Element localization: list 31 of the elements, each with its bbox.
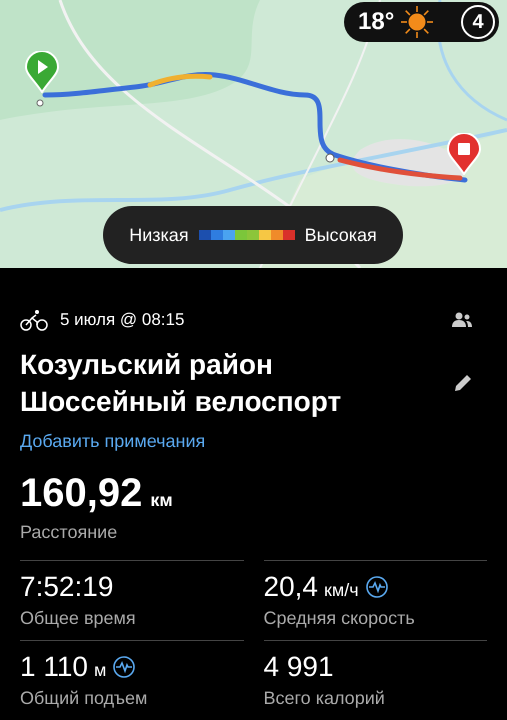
distance-label: Расстояние [20, 521, 118, 544]
stat-value: 1 110 [20, 650, 88, 684]
legend-label: Низкая [129, 224, 189, 246]
chart-icon[interactable] [364, 575, 389, 599]
activity-title: Козульский район [20, 348, 274, 382]
stat-value: 4 991 [264, 650, 334, 684]
pencil-icon[interactable] [453, 373, 473, 393]
stat-unit: км/ч [324, 578, 359, 602]
distance-value: 160,92 [20, 470, 142, 517]
temperature-text: 18° [358, 7, 394, 37]
people-icon[interactable] [451, 312, 473, 328]
distance-unit: км [150, 489, 173, 512]
start-pin-icon [25, 51, 59, 93]
weather-chip[interactable]: 18° 4 [344, 2, 499, 42]
activity-date: 5 июля @ 08:15 [60, 309, 184, 332]
finish-pin-icon [447, 133, 481, 175]
bicycle-icon [20, 309, 48, 331]
stat-label: Средняя скорость [264, 607, 416, 630]
days-badge[interactable]: 4 [461, 5, 495, 39]
stat-unit: м [94, 658, 106, 682]
color-scale-icon [198, 230, 295, 240]
chart-icon[interactable] [112, 655, 136, 679]
stat-label: Общее время [20, 607, 137, 630]
legend-label: Высокая [304, 224, 377, 246]
stat-label: Всего калорий [264, 687, 386, 710]
stat-value: 20,4 [264, 570, 318, 604]
sun-icon [400, 5, 434, 39]
stat-value: 7:52:19 [20, 570, 114, 604]
add-notes-link[interactable]: Добавить примечания [20, 428, 487, 455]
stat-label: Общий подъем [20, 687, 148, 710]
activity-title: Шоссейный велоспорт [20, 385, 342, 419]
